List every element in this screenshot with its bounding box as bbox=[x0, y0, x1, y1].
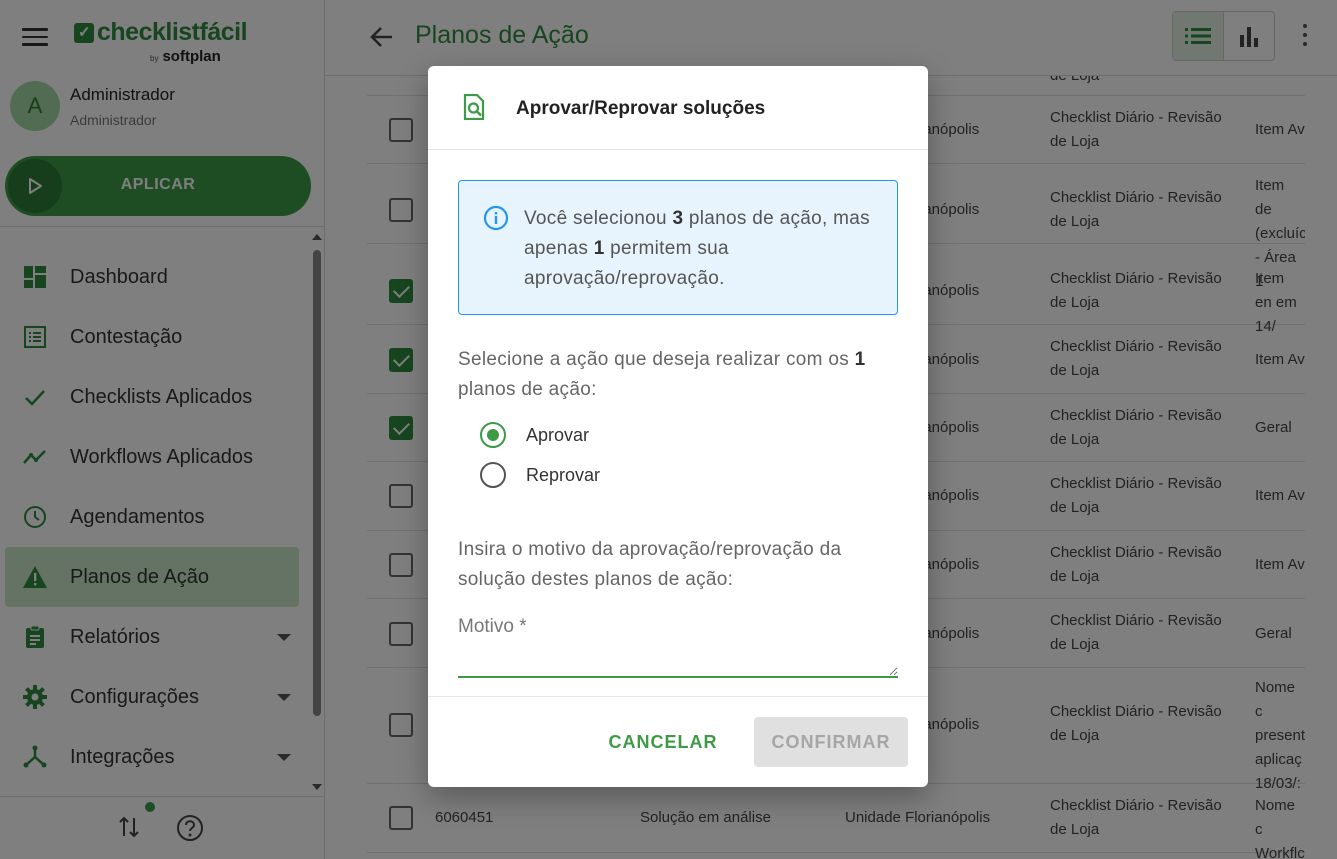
cancel-button[interactable]: CANCELAR bbox=[598, 717, 728, 767]
radio-approve[interactable]: Aprovar bbox=[480, 422, 589, 448]
dialog-title: Aprovar/Reprovar soluções bbox=[516, 98, 766, 119]
dialog-footer-divider bbox=[428, 696, 928, 697]
info-alert: Você selecionou 3 planos de ação, mas ap… bbox=[458, 180, 898, 315]
dialog-header: Aprovar/Reprovar soluções bbox=[428, 66, 928, 150]
reason-textarea[interactable] bbox=[458, 612, 898, 678]
radio-reject[interactable]: Reprovar bbox=[480, 462, 600, 488]
radio-label: Reprovar bbox=[526, 464, 601, 485]
radio-button[interactable] bbox=[480, 462, 506, 488]
confirm-button[interactable]: CONFIRMAR bbox=[754, 717, 908, 767]
select-action-instructions: Selecione a ação que deseja realizar com… bbox=[458, 349, 866, 400]
radio-button-checked[interactable] bbox=[480, 422, 506, 448]
info-icon bbox=[483, 205, 509, 231]
reason-instructions: Insira o motivo da aprovação/reprovação … bbox=[458, 539, 842, 590]
info-message: Você selecionou 3 planos de ação, mas ap… bbox=[524, 208, 870, 289]
radio-label: Aprovar bbox=[526, 424, 590, 445]
approve-reject-dialog: Aprovar/Reprovar soluções Você seleciono… bbox=[428, 66, 928, 787]
document-search-icon bbox=[462, 93, 486, 121]
